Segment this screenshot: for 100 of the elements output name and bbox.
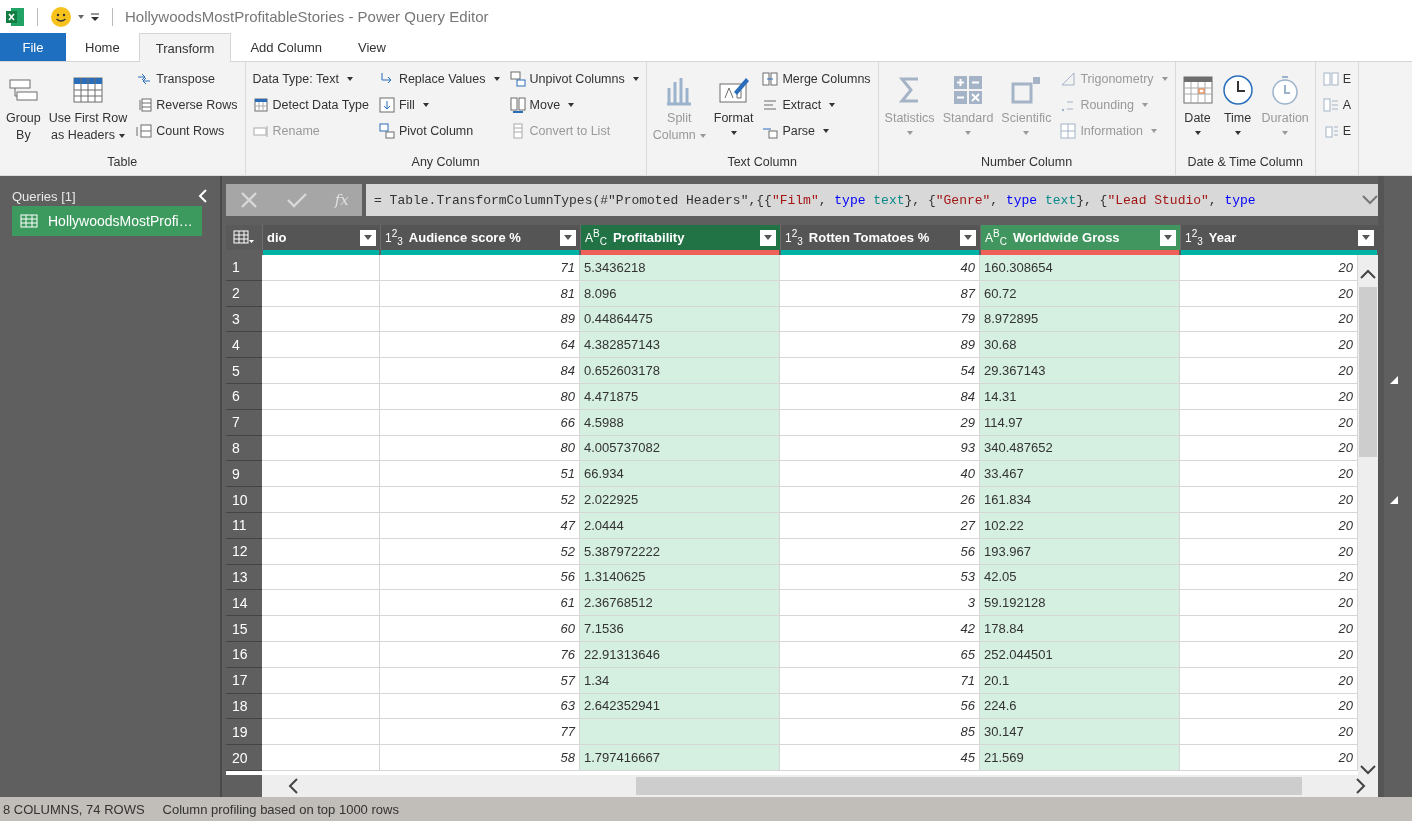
table-cell: 4.382857143 bbox=[580, 332, 780, 359]
clock-icon bbox=[1221, 74, 1254, 106]
table-cell: 45 bbox=[780, 745, 980, 771]
row-number: 3 bbox=[226, 306, 262, 333]
table-cell: 1.797416667 bbox=[580, 745, 780, 771]
table-cell: 2.36768512 bbox=[580, 590, 780, 617]
table-cell: 160.308654 bbox=[980, 255, 1180, 281]
ribbon-tab[interactable]: Add Column bbox=[233, 33, 339, 61]
table-icon bbox=[378, 123, 395, 139]
ribbon-button[interactable]: Time bbox=[1219, 68, 1256, 153]
column-filter-button[interactable] bbox=[560, 229, 576, 246]
collapse-icon[interactable] bbox=[198, 189, 208, 203]
table-menu-button[interactable] bbox=[226, 225, 262, 250]
column-filter-button[interactable] bbox=[360, 229, 376, 246]
scroll-left-icon[interactable] bbox=[288, 778, 298, 794]
table-cell: 193.967 bbox=[980, 538, 1180, 565]
row-number: 2 bbox=[226, 280, 262, 307]
caret-icon[interactable] bbox=[78, 14, 84, 19]
column-header[interactable]: 1$^{2}$$_{3}$ Rotten Tomatoes % bbox=[780, 225, 980, 250]
table-cell: 21.569 bbox=[980, 745, 1180, 771]
table-cell: 54 bbox=[780, 358, 980, 384]
row-number: 19 bbox=[226, 719, 262, 746]
arrows-icon bbox=[136, 71, 153, 87]
column-filter-button[interactable] bbox=[1160, 229, 1176, 246]
ribbon-button[interactable]: Pivot Column bbox=[375, 120, 503, 142]
fx-label: fx bbox=[334, 191, 349, 209]
table-cell: 27 bbox=[780, 512, 980, 539]
table-cell: 161.834 bbox=[980, 487, 1180, 513]
ribbon-button[interactable]: Use First Row as Headers bbox=[46, 68, 130, 153]
row-number: 15 bbox=[226, 616, 262, 642]
ribbon-tab[interactable]: File bbox=[0, 33, 66, 61]
ribbon-button[interactable]: Merge Columns bbox=[759, 68, 874, 90]
table-cell: 87 bbox=[780, 280, 980, 307]
column-header[interactable]: A$^{B}$$_{C}$ Worldwide Gross bbox=[980, 225, 1180, 250]
table-cell: 66 bbox=[380, 409, 580, 436]
ribbon-button[interactable]: Reverse Rows bbox=[133, 94, 241, 116]
column-header[interactable]: 1$^{2}$$_{3}$ Audience score % bbox=[380, 225, 580, 250]
ribbon-button[interactable]: Group By bbox=[4, 68, 43, 153]
table-cell: 14.31 bbox=[980, 384, 1180, 410]
check-icon[interactable] bbox=[286, 191, 308, 209]
ribbon-button[interactable]: Parse bbox=[759, 120, 874, 142]
ribbon-button[interactable]: Format bbox=[711, 68, 756, 153]
ribbon-button[interactable]: Date bbox=[1179, 68, 1216, 153]
ribbon-tab[interactable]: View bbox=[341, 33, 403, 61]
ribbon-tab[interactable]: Home bbox=[68, 33, 137, 61]
customize-menu-icon[interactable] bbox=[90, 11, 100, 22]
smiley-icon[interactable] bbox=[50, 5, 72, 28]
table-cell: 56 bbox=[380, 564, 580, 591]
ribbon-button[interactable]: Detect Data Type bbox=[249, 94, 372, 116]
row-number: 16 bbox=[226, 641, 262, 668]
columns-icon bbox=[1322, 71, 1339, 87]
status-text: Column profiling based on top 1000 rows bbox=[162, 801, 399, 817]
column-header[interactable]: A$^{B}$$_{C}$ Profitability bbox=[580, 225, 780, 250]
row-number: 20 bbox=[226, 745, 262, 771]
ribbon-button[interactable]: Replace Values bbox=[375, 68, 503, 90]
group-label: Text Column bbox=[726, 154, 798, 171]
table-cell: 89 bbox=[380, 306, 580, 333]
column-header[interactable]: 1$^{2}$$_{3}$ Year bbox=[1180, 225, 1378, 250]
ribbon-button[interactable]: E bbox=[1319, 120, 1355, 142]
table-cell: 252.044501 bbox=[980, 641, 1180, 668]
ribbon-tab[interactable]: Transform bbox=[138, 33, 232, 62]
table-cell: 26 bbox=[780, 487, 980, 513]
column-filter-button[interactable] bbox=[960, 229, 976, 246]
query-item[interactable]: HollywoodsMostProfi… bbox=[12, 206, 202, 236]
table-cell: 30.68 bbox=[980, 332, 1180, 359]
table-cell: 0.652603178 bbox=[580, 358, 780, 384]
table-cell: 58 bbox=[380, 745, 580, 771]
scroll-down-icon[interactable] bbox=[1360, 765, 1376, 775]
column-filter-button[interactable] bbox=[760, 229, 776, 246]
row-number: 1 bbox=[226, 255, 262, 281]
table-cell: 52 bbox=[380, 487, 580, 513]
ribbon-button[interactable]: A bbox=[1319, 94, 1355, 116]
ribbon-button[interactable]: Move bbox=[506, 94, 642, 116]
scroll-right-icon[interactable] bbox=[1356, 778, 1366, 794]
vertical-scrollbar[interactable] bbox=[1358, 255, 1378, 775]
ribbon-button[interactable]: Unpivot Columns bbox=[506, 68, 642, 90]
row-number: 17 bbox=[226, 667, 262, 694]
table-cell: 40 bbox=[780, 255, 980, 281]
table-cell: 60 bbox=[380, 616, 580, 642]
expand-icon[interactable] bbox=[1362, 195, 1378, 205]
table-cell: 2.0444 bbox=[580, 512, 780, 539]
ribbon-button[interactable]: Data Type: Text bbox=[249, 68, 372, 90]
expand-triangle-icon[interactable] bbox=[1390, 496, 1398, 504]
row-number: 13 bbox=[226, 564, 262, 591]
ribbon-button[interactable]: Extract bbox=[759, 94, 874, 116]
ribbon-button[interactable]: Count Rows bbox=[133, 120, 241, 142]
table-cell: 1.3140625 bbox=[580, 564, 780, 591]
row-number: 12 bbox=[226, 538, 262, 565]
horizontal-scrollbar[interactable] bbox=[262, 775, 1378, 797]
column-filter-button[interactable] bbox=[1358, 229, 1374, 246]
expand-triangle-icon[interactable] bbox=[1390, 376, 1398, 384]
spreadsheet-logo-icon bbox=[5, 6, 25, 27]
ribbon-button[interactable]: E bbox=[1319, 68, 1355, 90]
table-cell: 29 bbox=[780, 409, 980, 436]
scroll-up-icon[interactable] bbox=[1360, 269, 1376, 279]
row-number: 18 bbox=[226, 693, 262, 720]
column-header[interactable]: dio bbox=[262, 225, 380, 250]
ribbon-button[interactable]: Fill bbox=[375, 94, 503, 116]
ribbon-button[interactable]: Transpose bbox=[133, 68, 241, 90]
table-cell: 5.3436218 bbox=[580, 255, 780, 281]
